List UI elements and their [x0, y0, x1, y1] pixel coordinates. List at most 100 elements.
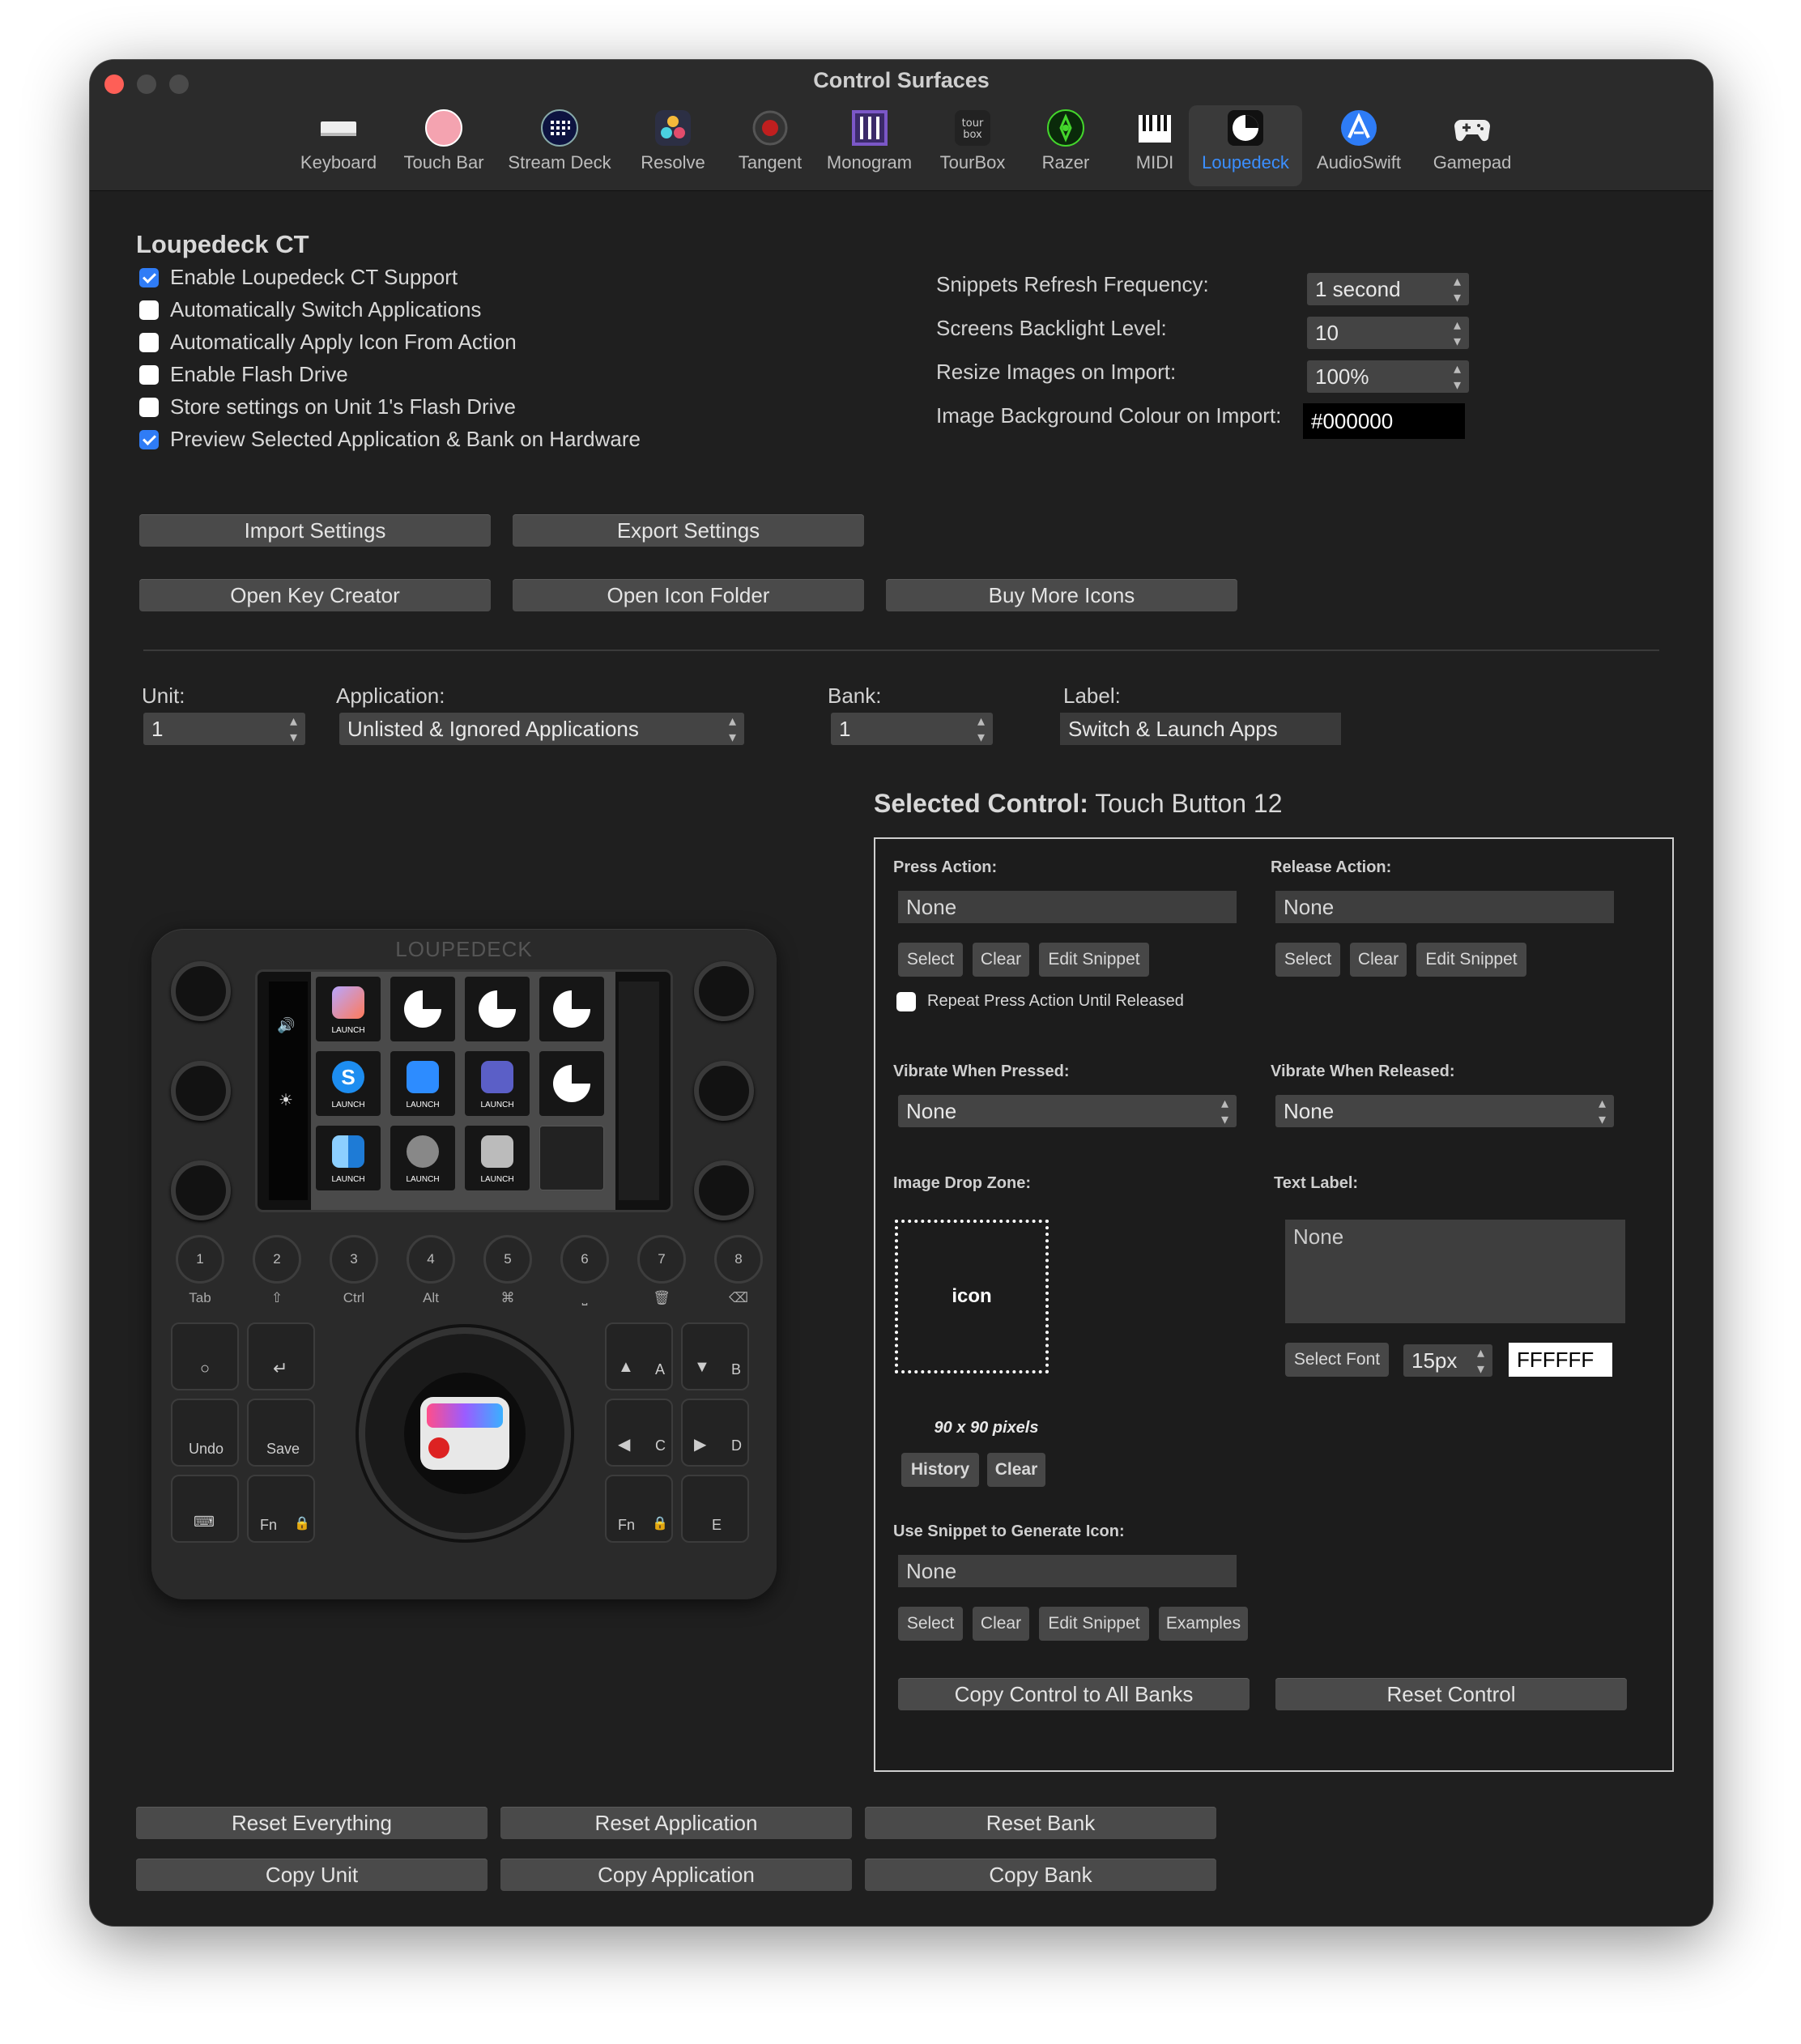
press-action-field[interactable]: None: [898, 891, 1237, 923]
history-button[interactable]: History: [901, 1453, 979, 1487]
knob-left-2[interactable]: [171, 1061, 231, 1121]
copy-application-button[interactable]: Copy Application: [500, 1859, 852, 1891]
knob-right-2[interactable]: [694, 1061, 754, 1121]
bank-select[interactable]: 1 ▴ ▾: [831, 713, 993, 745]
button-c[interactable]: ◀ C: [605, 1399, 673, 1467]
snippet-icon-field[interactable]: None: [898, 1555, 1237, 1587]
font-size-stepper[interactable]: 15px ▴ ▾: [1403, 1344, 1492, 1377]
round-button-8[interactable]: 8: [714, 1235, 763, 1284]
knob-left-1[interactable]: [171, 961, 231, 1021]
open-icon-folder-button[interactable]: Open Icon Folder: [513, 579, 864, 611]
tab-loupedeck[interactable]: Loupedeck: [1189, 105, 1302, 186]
checkbox-repeat-press[interactable]: Repeat Press Action Until Released: [896, 988, 1184, 1014]
knob-right-3[interactable]: [694, 1160, 754, 1220]
import-settings-button[interactable]: Import Settings: [139, 514, 491, 547]
tab-touch-bar[interactable]: Touch Bar: [391, 105, 496, 186]
undo-button[interactable]: Undo: [171, 1399, 239, 1467]
tab-midi[interactable]: MIDI: [1114, 105, 1195, 186]
touch-button-2[interactable]: [390, 977, 455, 1041]
refresh-frequency-select[interactable]: 1 second ▴ ▾: [1307, 273, 1469, 305]
square-button-circle[interactable]: ○: [171, 1322, 239, 1390]
touch-button-8[interactable]: [539, 1051, 604, 1116]
checkbox-box[interactable]: [139, 300, 159, 320]
tab-gamepad[interactable]: Gamepad: [1416, 105, 1529, 186]
label-field[interactable]: Switch & Launch Apps: [1060, 713, 1341, 745]
press-edit-snippet-button[interactable]: Edit Snippet: [1039, 943, 1149, 977]
select-font-button[interactable]: Select Font: [1285, 1343, 1389, 1377]
save-button[interactable]: Save: [247, 1399, 315, 1467]
checkbox-auto-switch[interactable]: Automatically Switch Applications: [139, 296, 481, 322]
button-d[interactable]: ▶ D: [681, 1399, 749, 1467]
unit-select[interactable]: 1 ▴ ▾: [143, 713, 305, 745]
round-button-7[interactable]: 7: [637, 1235, 686, 1284]
checkbox-box[interactable]: [139, 333, 159, 352]
image-drop-zone[interactable]: icon: [895, 1220, 1049, 1373]
touch-button-9[interactable]: LAUNCH: [316, 1126, 381, 1190]
press-select-button[interactable]: Select: [898, 943, 963, 977]
checkbox-enable-support[interactable]: Enable Loupedeck CT Support: [139, 264, 458, 290]
square-button-return[interactable]: ↵: [247, 1322, 315, 1390]
touch-button-4[interactable]: [539, 977, 604, 1041]
application-select[interactable]: Unlisted & Ignored Applications ▴ ▾: [339, 713, 744, 745]
release-clear-button[interactable]: Clear: [1350, 943, 1407, 977]
touch-button-1[interactable]: LAUNCH: [316, 977, 381, 1041]
export-settings-button[interactable]: Export Settings: [513, 514, 864, 547]
examples-button[interactable]: Examples: [1159, 1607, 1248, 1641]
resize-images-select[interactable]: 100% ▴ ▾: [1307, 360, 1469, 393]
checkbox-box[interactable]: [139, 268, 159, 287]
tab-razer[interactable]: Razer: [1025, 105, 1106, 186]
button-a[interactable]: ▲ A: [605, 1322, 673, 1390]
touch-button-12[interactable]: [539, 1126, 604, 1190]
round-button-6[interactable]: 6: [560, 1235, 609, 1284]
checkbox-store-settings[interactable]: Store settings on Unit 1's Flash Drive: [139, 394, 516, 419]
round-button-5[interactable]: 5: [483, 1235, 532, 1284]
buy-more-icons-button[interactable]: Buy More Icons: [886, 579, 1237, 611]
checkbox-box[interactable]: [139, 365, 159, 385]
knob-left-3[interactable]: [171, 1160, 231, 1220]
bg-colour-field[interactable]: #000000: [1303, 403, 1465, 439]
reset-bank-button[interactable]: Reset Bank: [865, 1807, 1216, 1839]
round-button-2[interactable]: 2: [253, 1235, 301, 1284]
touch-button-7[interactable]: LAUNCH: [465, 1051, 530, 1116]
snippet-clear-button[interactable]: Clear: [973, 1607, 1029, 1641]
release-edit-snippet-button[interactable]: Edit Snippet: [1416, 943, 1526, 977]
reset-everything-button[interactable]: Reset Everything: [136, 1807, 488, 1839]
tab-stream-deck[interactable]: Stream Deck: [499, 105, 620, 186]
copy-control-all-banks-button[interactable]: Copy Control to All Banks: [898, 1678, 1250, 1710]
image-clear-button[interactable]: Clear: [987, 1453, 1045, 1487]
touch-button-3[interactable]: [465, 977, 530, 1041]
checkbox-auto-apply-icon[interactable]: Automatically Apply Icon From Action: [139, 329, 517, 355]
touch-button-6[interactable]: LAUNCH: [390, 1051, 455, 1116]
round-button-3[interactable]: 3: [330, 1235, 378, 1284]
fn-lock-button-right[interactable]: Fn 🔒: [605, 1475, 673, 1543]
snippet-edit-button[interactable]: Edit Snippet: [1039, 1607, 1149, 1641]
text-label-field[interactable]: None: [1285, 1220, 1625, 1323]
tab-keyboard[interactable]: Keyboard: [282, 105, 395, 186]
checkbox-box[interactable]: [896, 992, 916, 1011]
tab-resolve[interactable]: Resolve: [628, 105, 717, 186]
round-button-1[interactable]: 1: [176, 1235, 224, 1284]
vibrate-released-select[interactable]: None ▴ ▾: [1275, 1095, 1614, 1127]
main-dial[interactable]: [359, 1327, 571, 1539]
font-colour-field[interactable]: FFFFFF: [1509, 1343, 1612, 1377]
backlight-level-select[interactable]: 10 ▴ ▾: [1307, 317, 1469, 349]
release-select-button[interactable]: Select: [1275, 943, 1340, 977]
button-b[interactable]: ▼ B: [681, 1322, 749, 1390]
touch-button-5[interactable]: S LAUNCH: [316, 1051, 381, 1116]
checkbox-box[interactable]: [139, 430, 159, 449]
tab-audioswift[interactable]: AudioSwift: [1306, 105, 1411, 186]
vibrate-pressed-select[interactable]: None ▴ ▾: [898, 1095, 1237, 1127]
button-e[interactable]: E: [681, 1475, 749, 1543]
tab-tangent[interactable]: Tangent: [717, 105, 823, 186]
round-button-4[interactable]: 4: [407, 1235, 455, 1284]
open-key-creator-button[interactable]: Open Key Creator: [139, 579, 491, 611]
reset-application-button[interactable]: Reset Application: [500, 1807, 852, 1839]
press-clear-button[interactable]: Clear: [973, 943, 1029, 977]
snippet-select-button[interactable]: Select: [898, 1607, 963, 1641]
knob-right-1[interactable]: [694, 961, 754, 1021]
release-action-field[interactable]: None: [1275, 891, 1614, 923]
copy-unit-button[interactable]: Copy Unit: [136, 1859, 488, 1891]
reset-control-button[interactable]: Reset Control: [1275, 1678, 1627, 1710]
fn-lock-button-left[interactable]: Fn 🔒: [247, 1475, 315, 1543]
checkbox-preview[interactable]: Preview Selected Application & Bank on H…: [139, 426, 641, 452]
